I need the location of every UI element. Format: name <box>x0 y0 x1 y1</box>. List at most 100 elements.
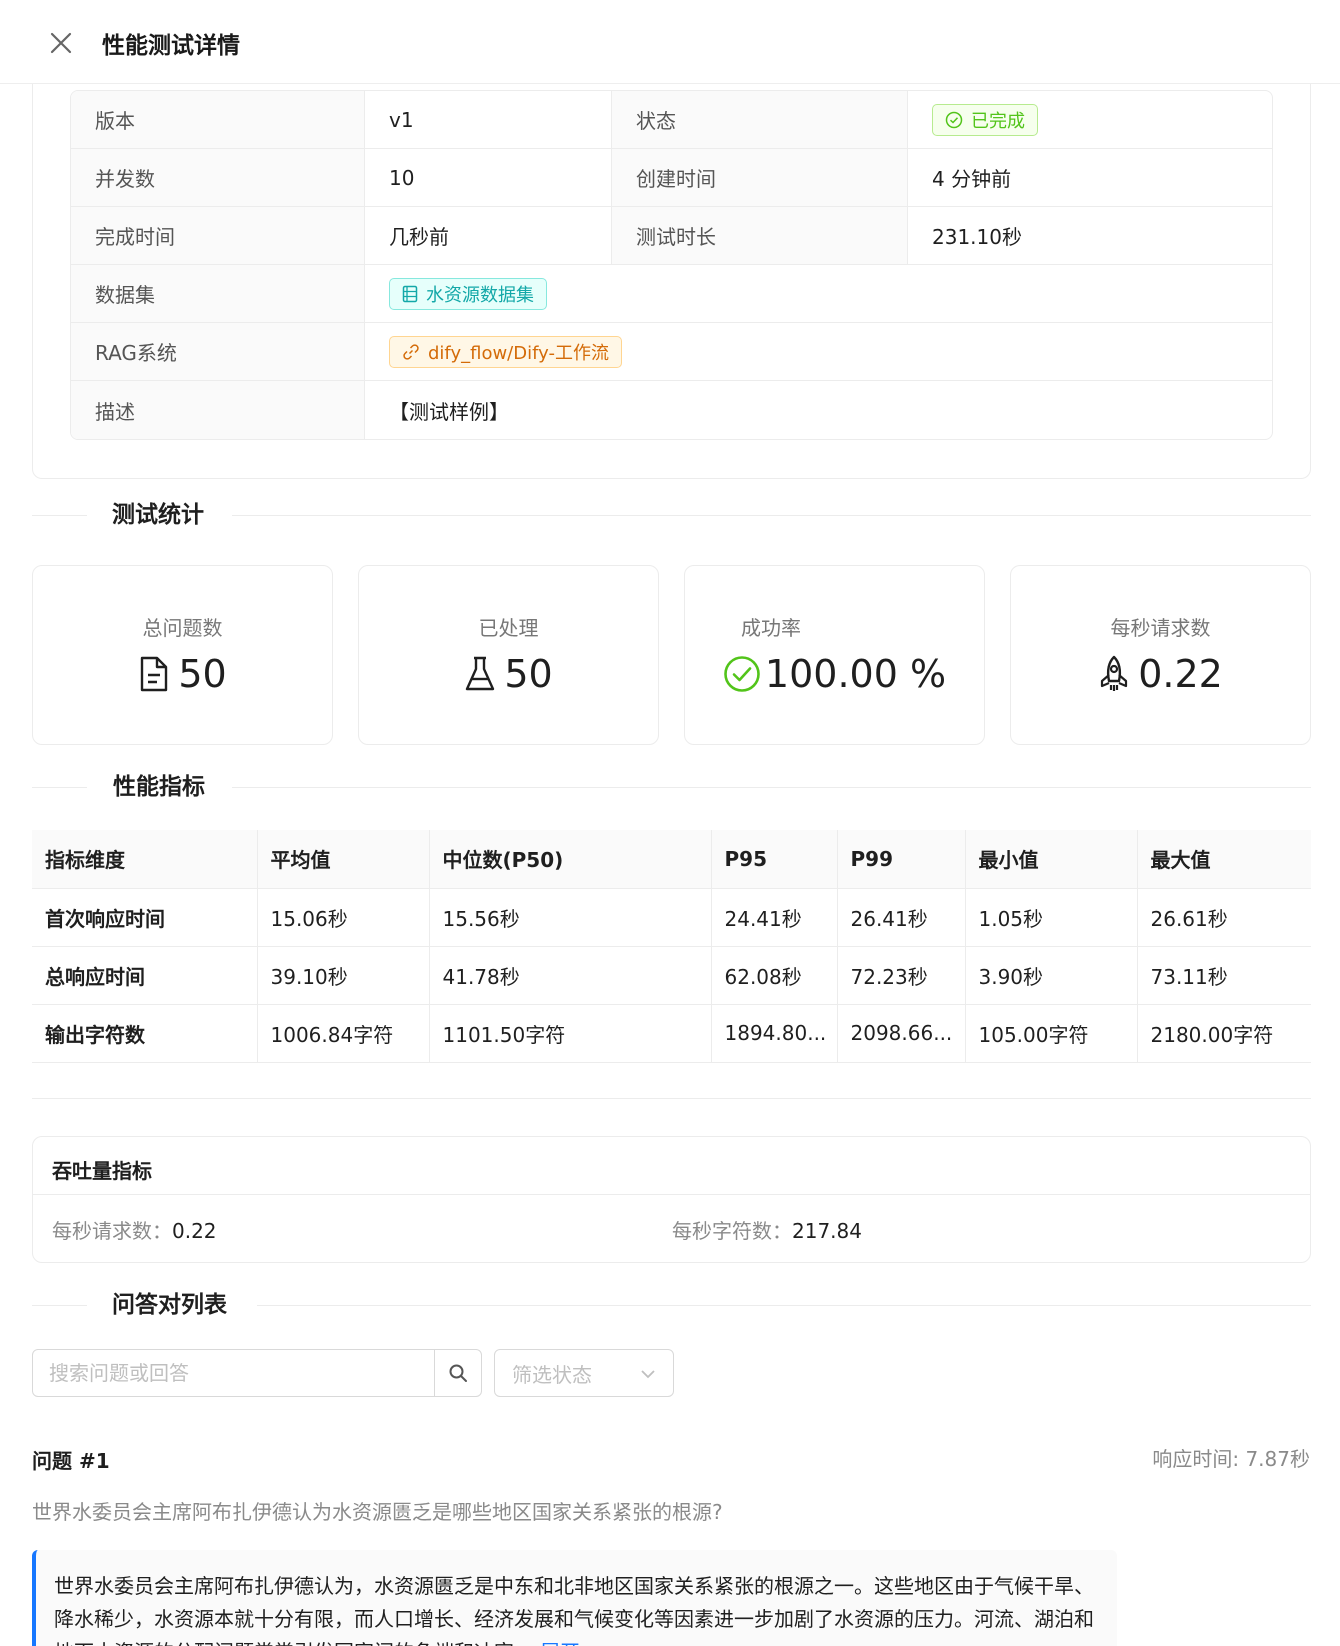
status-filter-select[interactable]: 筛选状态 <box>494 1349 674 1397</box>
throughput-cps: 每秒字符数：217.84 <box>672 1215 862 1244</box>
desc-label: 描述 <box>71 381 365 439</box>
rag-tag[interactable]: dify_flow/Dify-工作流 <box>389 335 622 368</box>
metrics-section-divider: 性能指标 <box>32 767 1311 807</box>
metrics-section-title: 性能指标 <box>113 774 205 800</box>
stat-value-row: 50 <box>33 652 332 696</box>
table-cell: 首次响应时间 <box>32 888 258 947</box>
metrics-table: 指标维度 平均值 中位数(P50) P95 P99 最小值 最大值 首次响应时间… <box>32 830 1311 1063</box>
table-cell: 62.08秒 <box>711 946 838 1005</box>
status-cell: 已完成 <box>908 91 1272 148</box>
table-row: 输出字符数 1006.84字符 1101.50字符 1894.80... 209… <box>32 1004 1311 1063</box>
created-label: 创建时间 <box>612 149 908 206</box>
info-table: 版本 v1 状态 已完成 并发数 10 创建时间 4 分钟前 完成时间 几秒前 … <box>70 90 1273 440</box>
table-row: 首次响应时间 15.06秒 15.56秒 24.41秒 26.41秒 1.05秒… <box>32 888 1311 947</box>
table-cell: 24.41秒 <box>711 888 838 947</box>
qa-item-answer-text: 世界水委员会主席阿布扎伊德认为，水资源匮乏是中东和北非地区国家关系紧张的根源之一… <box>54 1574 1094 1646</box>
check-circle-icon <box>724 656 760 692</box>
check-circle-icon <box>945 111 963 128</box>
cps-value: 217.84 <box>792 1219 862 1243</box>
table-cell: 1.05秒 <box>965 888 1138 947</box>
info-row: RAG系统 dify_flow/Dify-工作流 <box>71 323 1272 381</box>
qa-item-question: 世界水委员会主席阿布扎伊德认为水资源匮乏是哪些地区国家关系紧张的根源? <box>32 1500 723 1524</box>
throughput-card: 吞吐量指标 每秒请求数：0.22 每秒字符数：217.84 <box>32 1136 1311 1263</box>
table-cell: 105.00字符 <box>965 1004 1138 1063</box>
file-icon <box>141 656 168 692</box>
stat-value-row: 50 <box>359 652 658 696</box>
finished-label: 完成时间 <box>71 207 365 264</box>
stat-value-row: 100.00 % <box>685 652 984 696</box>
duration-value: 231.10秒 <box>932 225 1022 249</box>
expand-link[interactable]: 展开 <box>540 1640 580 1646</box>
qa-section-divider: 问答对列表 <box>32 1285 1311 1325</box>
rag-cell: dify_flow/Dify-工作流 <box>365 323 1272 380</box>
divider-line <box>232 787 1311 788</box>
table-cell: 2180.00字符 <box>1137 1004 1311 1063</box>
divider <box>32 1098 1311 1099</box>
column-header: 最小值 <box>965 830 1138 889</box>
table-cell: 26.61秒 <box>1137 888 1311 947</box>
stat-card-processed: 已处理 50 <box>358 565 659 745</box>
dataset-label: 数据集 <box>71 265 365 322</box>
qa-item-title: 问题 #1 <box>32 1449 110 1473</box>
stat-value: 100.00 % <box>764 652 947 696</box>
rocket-icon <box>1101 655 1128 691</box>
stat-title: 每秒请求数 <box>1110 616 1211 640</box>
database-icon <box>402 285 418 302</box>
link-icon <box>403 343 419 360</box>
divider-line <box>32 1305 87 1306</box>
status-filter-placeholder: 筛选状态 <box>512 1362 592 1387</box>
info-row: 描述 【测试样例】 <box>71 381 1272 439</box>
qa-section-title: 问答对列表 <box>112 1292 227 1318</box>
table-cell: 26.41秒 <box>837 888 966 947</box>
info-row: 并发数 10 创建时间 4 分钟前 <box>71 149 1272 207</box>
stat-card-total: 总问题数 50 <box>32 565 333 745</box>
table-cell: 总响应时间 <box>32 946 258 1005</box>
search-button[interactable] <box>434 1350 481 1396</box>
column-header: 平均值 <box>257 830 430 889</box>
info-panel: 版本 v1 状态 已完成 并发数 10 创建时间 4 分钟前 完成时间 几秒前 … <box>32 84 1311 479</box>
status-label: 状态 <box>612 91 908 148</box>
stat-title: 已处理 <box>478 616 539 640</box>
table-row: 总响应时间 39.10秒 41.78秒 62.08秒 72.23秒 3.90秒 … <box>32 946 1311 1005</box>
flask-icon <box>466 656 495 691</box>
qa-item-answer: 世界水委员会主席阿布扎伊德认为，水资源匮乏是中东和北非地区国家关系紧张的根源之一… <box>32 1550 1117 1646</box>
column-header: P95 <box>711 830 838 889</box>
info-row: 完成时间 几秒前 测试时长 231.10秒 <box>71 207 1272 265</box>
table-cell: 72.23秒 <box>837 946 966 1005</box>
divider-line <box>32 515 87 516</box>
table-header-row: 指标维度 平均值 中位数(P50) P95 P99 最小值 最大值 <box>32 830 1311 889</box>
table-cell: 41.78秒 <box>429 946 712 1005</box>
dataset-cell: 水资源数据集 <box>365 265 1272 322</box>
divider-line <box>257 1305 1311 1306</box>
cps-label: 每秒字符数： <box>672 1219 792 1243</box>
status-badge: 已完成 <box>932 103 1038 136</box>
close-button[interactable] <box>46 28 76 58</box>
search-box <box>32 1349 482 1397</box>
dataset-tag[interactable]: 水资源数据集 <box>389 277 547 310</box>
version-value: v1 <box>365 91 612 148</box>
search-input[interactable] <box>33 1350 434 1396</box>
divider-line <box>32 787 87 788</box>
stat-card-success-rate: 成功率 100.00 % <box>684 565 985 745</box>
table-cell: 2098.66... <box>837 1004 966 1063</box>
version-label: 版本 <box>71 91 365 148</box>
divider-line <box>232 515 1311 516</box>
table-cell: 15.56秒 <box>429 888 712 947</box>
stats-section-divider: 测试统计 <box>32 495 1311 535</box>
stats-section-title: 测试统计 <box>112 502 204 528</box>
table-cell: 15.06秒 <box>257 888 430 947</box>
dataset-tag-label: 水资源数据集 <box>426 284 534 306</box>
stat-title: 成功率 <box>741 616 801 640</box>
info-row: 版本 v1 状态 已完成 <box>71 91 1272 149</box>
concurrency-value: 10 <box>365 149 612 206</box>
drawer-header: 性能测试详情 <box>0 0 1340 84</box>
stat-value: 50 <box>504 652 553 696</box>
table-cell: 1101.50字符 <box>429 1004 712 1063</box>
column-header: 中位数(P50) <box>429 830 712 889</box>
rag-label: RAG系统 <box>71 323 365 380</box>
table-cell: 1006.84字符 <box>257 1004 430 1063</box>
table-cell: 39.10秒 <box>257 946 430 1005</box>
column-header: 指标维度 <box>32 830 258 889</box>
duration-label: 测试时长 <box>612 207 908 264</box>
status-badge-label: 已完成 <box>971 110 1025 132</box>
